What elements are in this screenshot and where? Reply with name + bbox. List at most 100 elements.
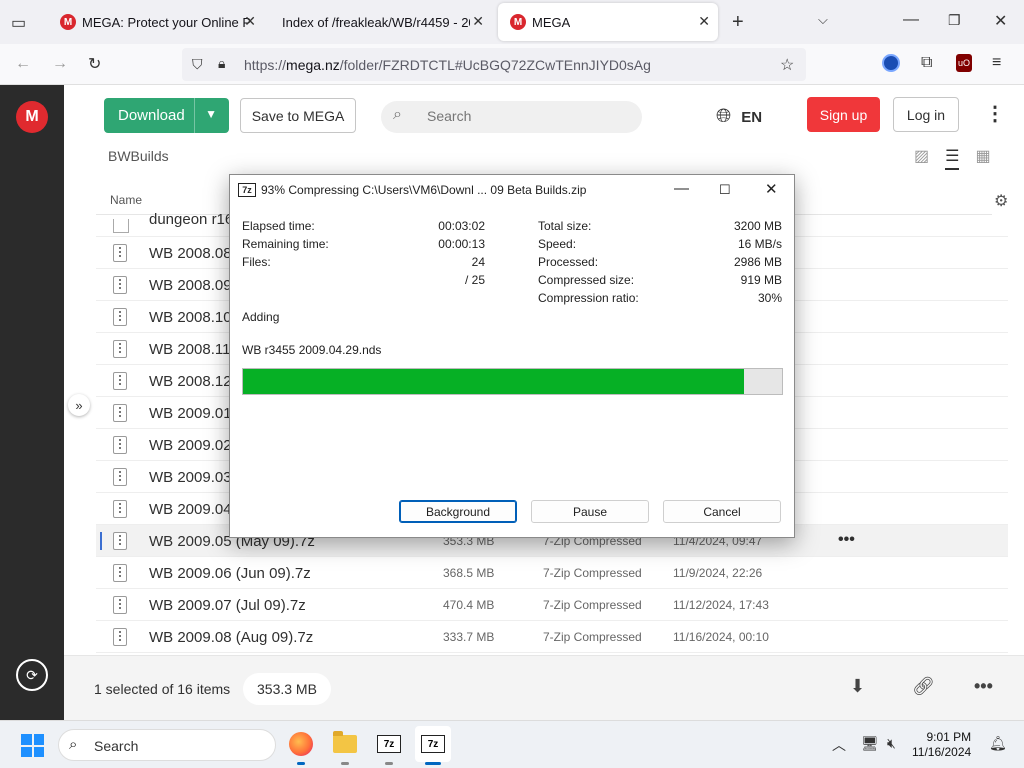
volume-muted-icon[interactable]: 🔇︎ [887, 735, 896, 752]
login-button[interactable]: Log in [893, 97, 959, 132]
file-date: 11/12/2024, 17:43 [673, 598, 769, 612]
sync-icon[interactable]: ⟳ [16, 659, 48, 691]
total-size-label: Total size: [538, 219, 592, 233]
reload-icon[interactable]: ↻ [88, 54, 101, 74]
archive-file-icon [113, 532, 127, 550]
save-to-mega-button[interactable]: Save to MEGA [240, 98, 356, 133]
list-view-icon[interactable]: ☰ [945, 146, 960, 170]
progress-bar [242, 368, 783, 395]
language-selector[interactable]: 🌐︎ EN [716, 106, 762, 128]
cancel-button[interactable]: Cancel [663, 500, 781, 523]
close-icon[interactable]: ✕ [472, 13, 484, 30]
shield-icon[interactable]: ⛉ [192, 56, 203, 73]
search-icon: ⌕ [69, 736, 78, 753]
chevron-up-icon[interactable]: ︿ [832, 735, 846, 755]
more-horizontal-icon[interactable]: ••• [974, 676, 993, 697]
tab-mega-protect[interactable]: M MEGA: Protect your Online Priv ✕ [48, 3, 264, 41]
signup-button[interactable]: Sign up [807, 97, 880, 132]
browser-tab-bar: ▭ M MEGA: Protect your Online Priv ✕ Ind… [0, 0, 1024, 44]
list-item[interactable]: WB 2009.07 (Jul 09).7z 470.4 MB 7-Zip Comp… [96, 589, 1008, 621]
mega-favicon-icon: M [510, 14, 526, 30]
firefox-taskbar-icon[interactable] [287, 730, 315, 765]
7zip-icon: 7z [238, 183, 256, 197]
view-switcher: ▨ ☰ ▦ [914, 146, 991, 170]
close-icon[interactable]: ✕ [698, 13, 710, 30]
expand-sidebar-icon[interactable]: » [68, 394, 90, 416]
tab-list-icon[interactable]: ▭ [11, 13, 26, 33]
address-bar[interactable]: ⛉ 🔒︎ https://mega.nz/folder/FZRDTCTL#UcB… [182, 48, 806, 81]
file-name: WB 2008.09 [149, 277, 232, 294]
file-size: 333.7 MB [443, 630, 495, 644]
breadcrumb[interactable]: BWBuilds [108, 148, 169, 164]
grid-view-icon[interactable]: ▦ [975, 146, 990, 170]
list-item[interactable]: WB 2009.06 (Jun 09).7z 368.5 MB 7-Zip Comp… [96, 557, 1008, 589]
download-button[interactable]: Download ▼ [104, 98, 229, 133]
lock-icon[interactable]: 🔒︎ [218, 55, 225, 72]
archive-file-icon [113, 340, 127, 358]
processed-value: 2986 MB [733, 255, 782, 269]
thumbnail-view-icon[interactable]: ▨ [914, 146, 929, 170]
compressed-size-label: Compressed size: [538, 273, 635, 287]
file-date: 11/16/2024, 00:10 [673, 630, 769, 644]
file-name: WB 2009.03 [149, 469, 232, 486]
link-icon[interactable]: 🔗︎ [912, 676, 935, 697]
processed-label: Processed: [538, 255, 599, 269]
notification-bell-icon[interactable]: 🔔︎ [989, 735, 1007, 752]
files-total: / 25 [464, 273, 485, 287]
network-icon[interactable]: 🖥︎ [861, 735, 879, 752]
ublock-icon[interactable]: uO [956, 54, 972, 72]
pause-button[interactable]: Pause [531, 500, 649, 523]
file-name: WB 2008.12 [149, 373, 232, 390]
search-box[interactable]: ⌕ [381, 101, 642, 133]
bookmark-star-icon[interactable]: ☆ [780, 55, 794, 75]
archive-file-icon [113, 308, 127, 326]
forward-icon[interactable]: → [52, 55, 68, 73]
minimize-icon[interactable]: — [674, 180, 689, 197]
taskbar-search[interactable]: ⌕ Search [58, 729, 276, 761]
search-input[interactable] [427, 108, 627, 124]
file-date: 11/9/2024, 22:26 [673, 566, 763, 580]
search-icon: ⌕ [393, 106, 402, 123]
archive-file-icon [113, 276, 127, 294]
close-icon[interactable]: ✕ [765, 180, 778, 198]
restore-icon[interactable]: ❐ [948, 12, 961, 29]
file-name: WB 2009.01 [149, 405, 232, 422]
tab-label: MEGA: Protect your Online Priv [82, 14, 250, 30]
column-name[interactable]: Name [110, 193, 142, 207]
extensions-icon[interactable]: ⧉ [921, 54, 932, 72]
file-name: WB 2009.02 [149, 437, 232, 454]
file-explorer-taskbar-icon[interactable] [331, 730, 359, 765]
tab-index[interactable]: Index of /freakleak/WB/r4459 - 200 ✕ [270, 3, 492, 41]
new-tab-icon[interactable]: + [732, 11, 744, 34]
minimize-icon[interactable]: — [903, 11, 919, 29]
download-label: Download [118, 107, 185, 124]
chevron-down-icon[interactable]: ⌵ [818, 12, 828, 28]
tab-label: MEGA [532, 14, 571, 30]
7zip-progress-taskbar-icon[interactable]: 7z [415, 726, 451, 765]
file-size: 470.4 MB [443, 598, 495, 612]
tab-mega[interactable]: M MEGA ✕ [498, 3, 718, 41]
elapsed-label: Elapsed time: [242, 219, 315, 233]
more-horizontal-icon[interactable]: ••• [838, 531, 855, 549]
back-icon[interactable]: ← [15, 55, 31, 73]
speed-value: 16 MB/s [737, 237, 782, 251]
background-button[interactable]: Background [399, 500, 517, 523]
gear-icon[interactable]: ⚙ [994, 191, 1008, 211]
container-icon[interactable] [882, 54, 900, 72]
maximize-icon[interactable]: ☐ [719, 182, 731, 198]
list-item[interactable]: WB 2009.08 (Aug 09).7z 333.7 MB 7-Zip Comp… [96, 621, 1008, 653]
more-vertical-icon[interactable]: ⋮ [985, 104, 1005, 124]
archive-file-icon [113, 564, 127, 582]
total-size-value: 3200 MB [733, 219, 782, 233]
download-icon[interactable]: ⬇ [850, 676, 865, 697]
chevron-down-icon[interactable]: ▼ [205, 107, 217, 121]
close-window-icon[interactable]: ✕ [994, 11, 1007, 31]
system-clock[interactable]: 9:01 PM 11/16/2024 [912, 730, 971, 760]
archive-file-icon [113, 628, 127, 646]
menu-icon[interactable]: ≡ [992, 54, 1001, 72]
windows-start-icon[interactable] [21, 734, 44, 757]
mega-logo-icon[interactable]: M [16, 101, 48, 133]
archive-file-icon [113, 468, 127, 486]
close-icon[interactable]: ✕ [244, 13, 256, 30]
7zip-taskbar-icon[interactable]: 7z [375, 730, 403, 765]
